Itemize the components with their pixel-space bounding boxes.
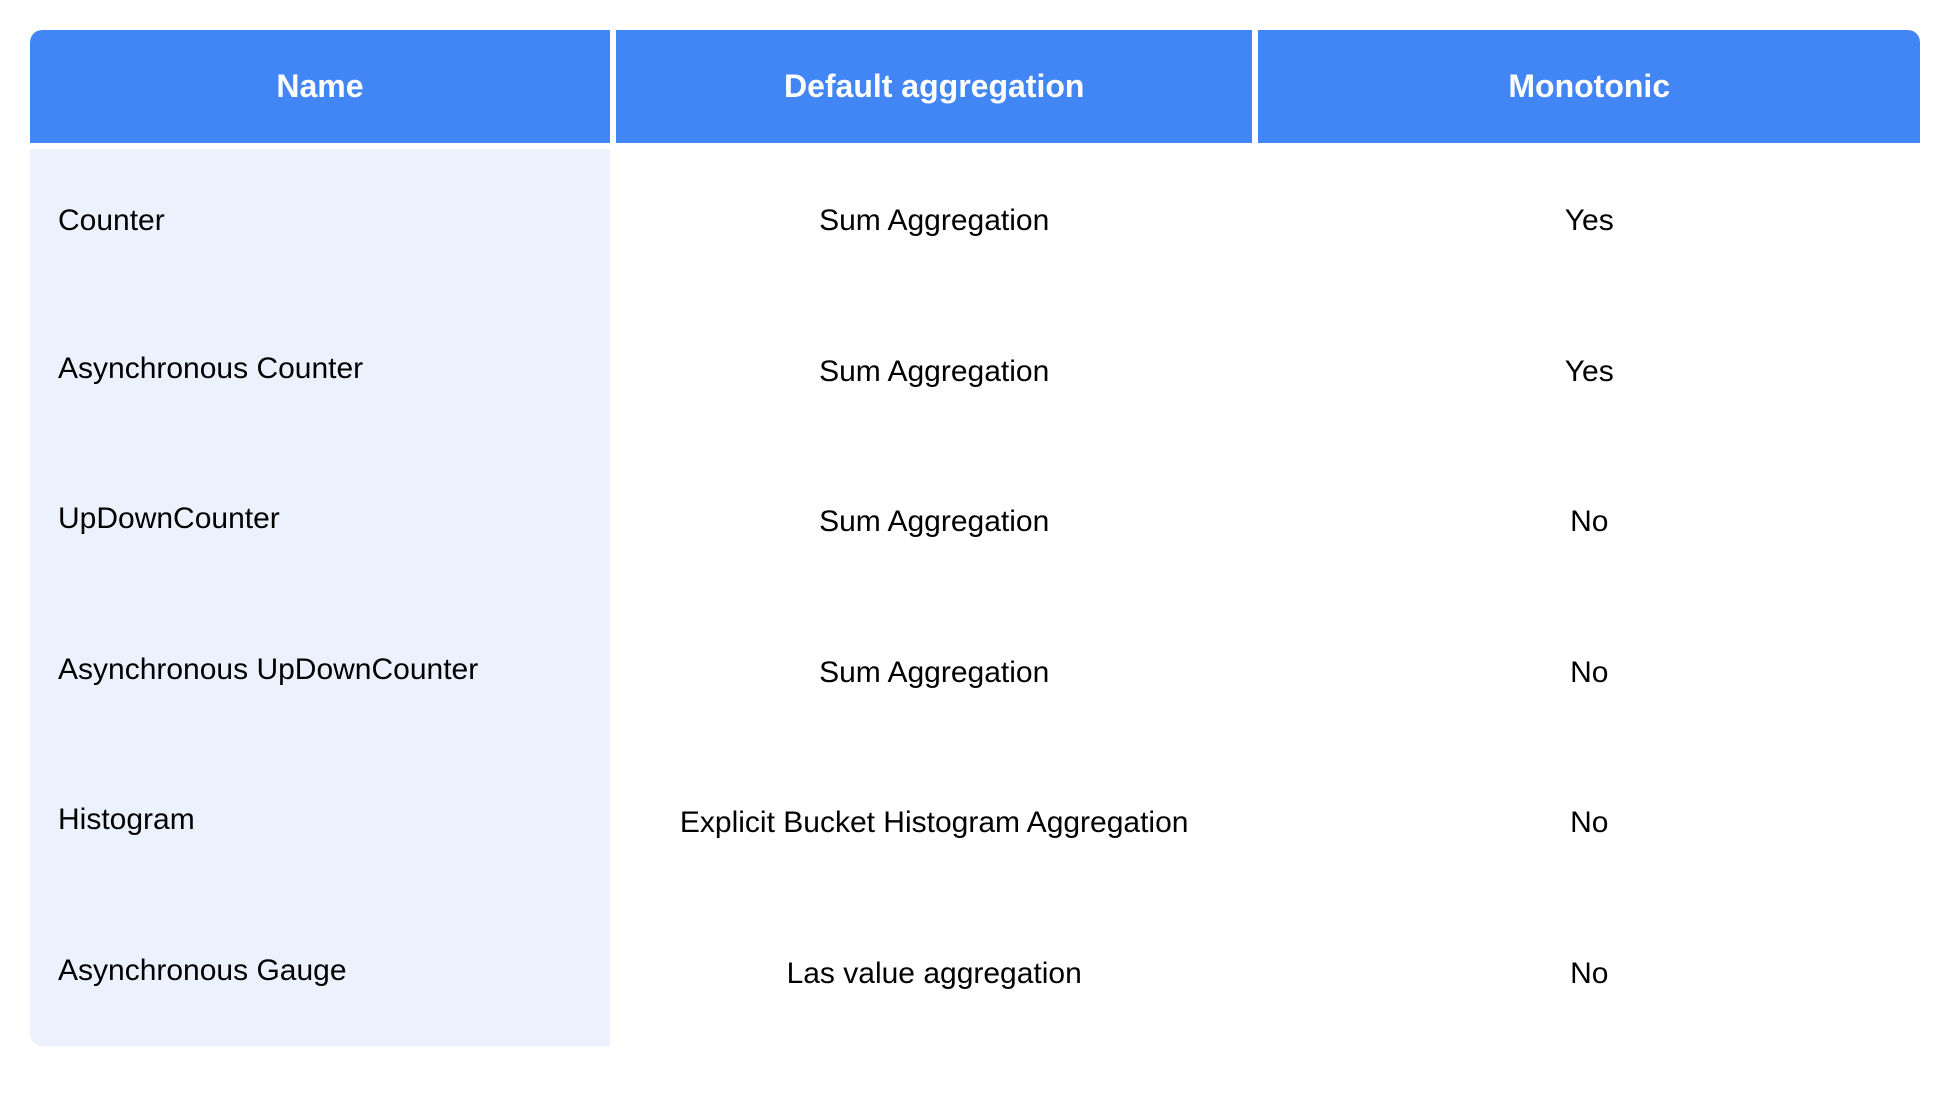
table-row: Counter Sum Aggregation Yes: [30, 143, 1920, 294]
cell-aggregation: Explicit Bucket Histogram Aggregation: [616, 745, 1259, 896]
cell-name: Asynchronous UpDownCounter: [30, 595, 616, 746]
cell-name: Histogram: [30, 745, 616, 896]
cell-name: Asynchronous Gauge: [30, 896, 616, 1047]
cell-monotonic: No: [1258, 745, 1920, 896]
cell-aggregation: Sum Aggregation: [616, 595, 1259, 746]
cell-aggregation: Sum Aggregation: [616, 444, 1259, 595]
header-monotonic: Monotonic: [1258, 30, 1920, 143]
cell-monotonic: Yes: [1258, 143, 1920, 294]
metrics-table-container: Name Default aggregation Monotonic Count…: [30, 30, 1920, 1046]
table-row: Asynchronous Counter Sum Aggregation Yes: [30, 294, 1920, 445]
metrics-table: Name Default aggregation Monotonic Count…: [30, 30, 1920, 1046]
table-row: Asynchronous Gauge Las value aggregation…: [30, 896, 1920, 1047]
table-row: UpDownCounter Sum Aggregation No: [30, 444, 1920, 595]
cell-name: UpDownCounter: [30, 444, 616, 595]
cell-monotonic: Yes: [1258, 294, 1920, 445]
header-aggregation: Default aggregation: [616, 30, 1259, 143]
table-row: Histogram Explicit Bucket Histogram Aggr…: [30, 745, 1920, 896]
cell-aggregation: Sum Aggregation: [616, 143, 1259, 294]
cell-aggregation: Las value aggregation: [616, 896, 1259, 1047]
cell-monotonic: No: [1258, 896, 1920, 1047]
cell-monotonic: No: [1258, 595, 1920, 746]
cell-name: Counter: [30, 143, 616, 294]
cell-monotonic: No: [1258, 444, 1920, 595]
table-row: Asynchronous UpDownCounter Sum Aggregati…: [30, 595, 1920, 746]
cell-name: Asynchronous Counter: [30, 294, 616, 445]
header-name: Name: [30, 30, 616, 143]
cell-aggregation: Sum Aggregation: [616, 294, 1259, 445]
table-header-row: Name Default aggregation Monotonic: [30, 30, 1920, 143]
